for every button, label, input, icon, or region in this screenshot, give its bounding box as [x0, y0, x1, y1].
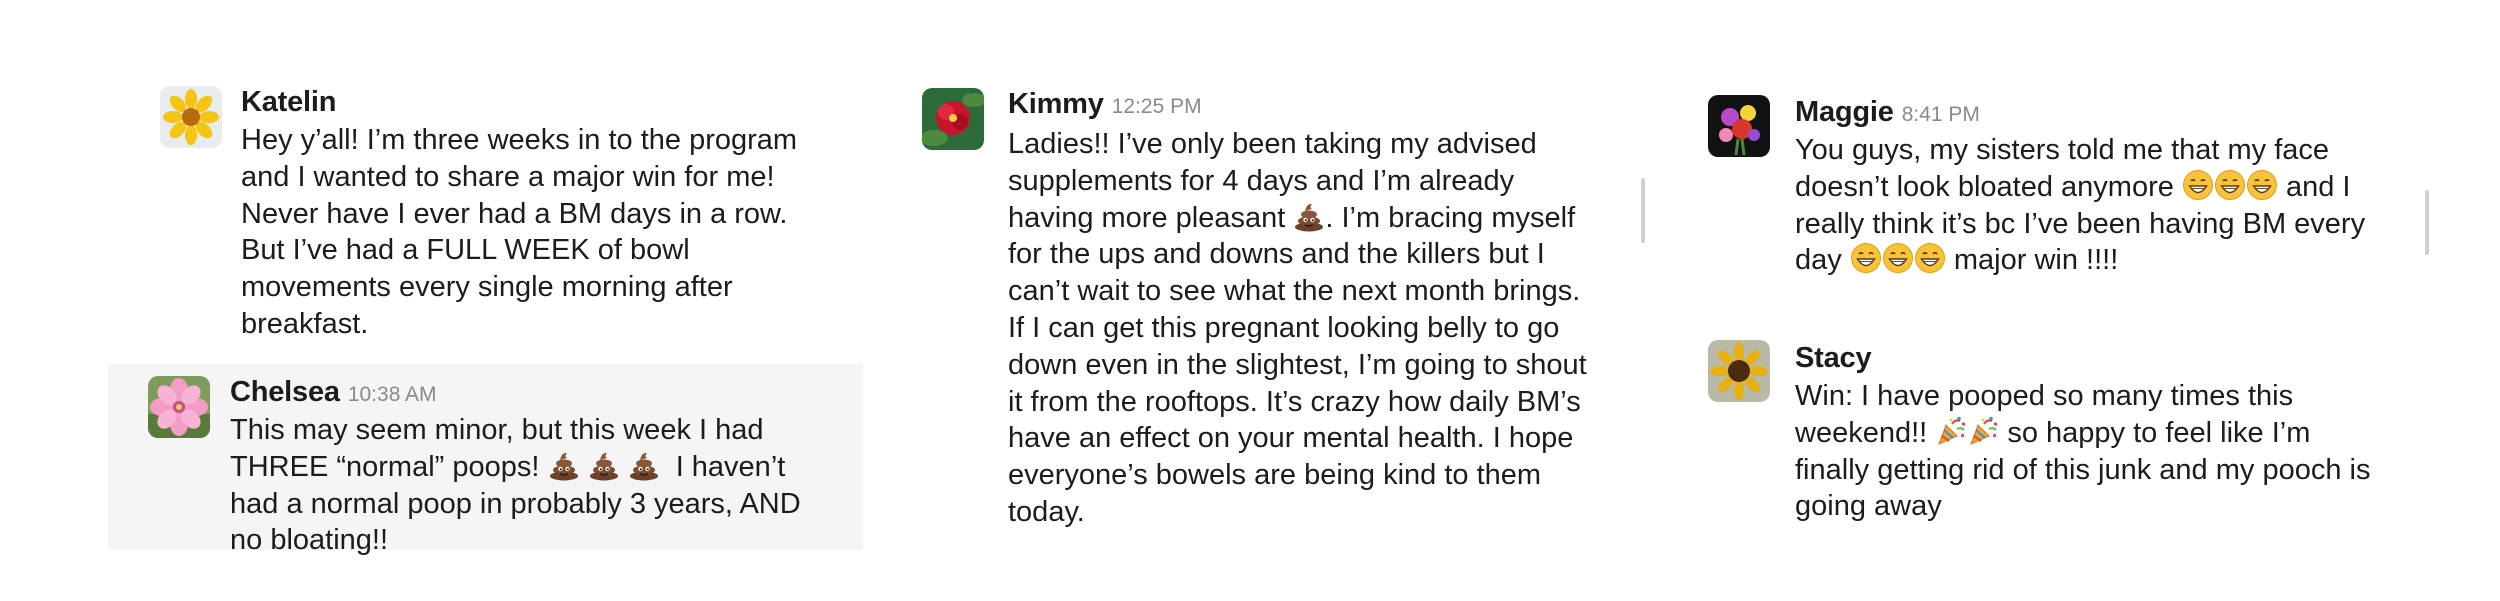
- scrollbar-thumb[interactable]: [1641, 178, 1645, 243]
- message-text: Win: I have pooped so many times this we…: [1795, 380, 2371, 523]
- message-text: You guys, my sisters told me that my fac…: [1795, 134, 2366, 277]
- avatar-sunflower-icon[interactable]: [1708, 340, 1770, 402]
- message-kimmy: Kimmy 12:25 PM Ladies!! I’ve only been ta…: [920, 80, 1660, 540]
- avatar-bouquet-icon[interactable]: [1708, 95, 1770, 157]
- author-name[interactable]: Kimmy: [1008, 88, 1104, 120]
- party-popper-icon: [1935, 415, 1967, 447]
- poop-icon: [548, 449, 580, 481]
- author-name[interactable]: Stacy: [1795, 342, 1872, 374]
- poop-icon: [628, 449, 660, 481]
- timestamp[interactable]: 8:41 PM: [1902, 103, 1980, 126]
- grinning-face-icon: [1882, 242, 1914, 274]
- avatar-sunflower-icon[interactable]: [160, 86, 222, 148]
- grinning-face-icon: [2214, 169, 2246, 201]
- message-text: Hey y’all! I’m three weeks in to the pro…: [241, 124, 798, 340]
- author-name[interactable]: Maggie: [1795, 96, 1894, 128]
- author-name[interactable]: Chelsea: [230, 376, 340, 408]
- avatar-red-flower-icon[interactable]: [922, 88, 984, 150]
- message-katelin: Katelin Hey y’all! I’m three weeks in to…: [145, 78, 835, 340]
- grinning-face-icon: [2182, 169, 2214, 201]
- message-text: Ladies!! I’ve only been taking my advise…: [1008, 128, 1587, 528]
- grinning-face-icon: [1850, 242, 1882, 274]
- scrollbar-thumb[interactable]: [2425, 190, 2429, 255]
- message-maggie: Maggie 8:41 PM You guys, my sisters told …: [1705, 88, 2435, 298]
- message-text: This may seem minor, but this week I had…: [230, 414, 801, 557]
- timestamp[interactable]: 12:25 PM: [1112, 95, 1202, 118]
- grinning-face-icon: [2246, 169, 2278, 201]
- message-stacy: Stacy Win: I have pooped so many times t…: [1680, 332, 2440, 532]
- avatar-pink-flower-icon[interactable]: [148, 376, 210, 438]
- timestamp[interactable]: 10:38 AM: [348, 383, 437, 406]
- party-popper-icon: [1967, 415, 1999, 447]
- author-name[interactable]: Katelin: [241, 86, 336, 118]
- poop-icon: [1293, 200, 1325, 232]
- message-chelsea: Chelsea 10:38 AM This may seem minor, but…: [108, 364, 863, 556]
- grinning-face-icon: [1914, 242, 1946, 274]
- poop-icon: [588, 449, 620, 481]
